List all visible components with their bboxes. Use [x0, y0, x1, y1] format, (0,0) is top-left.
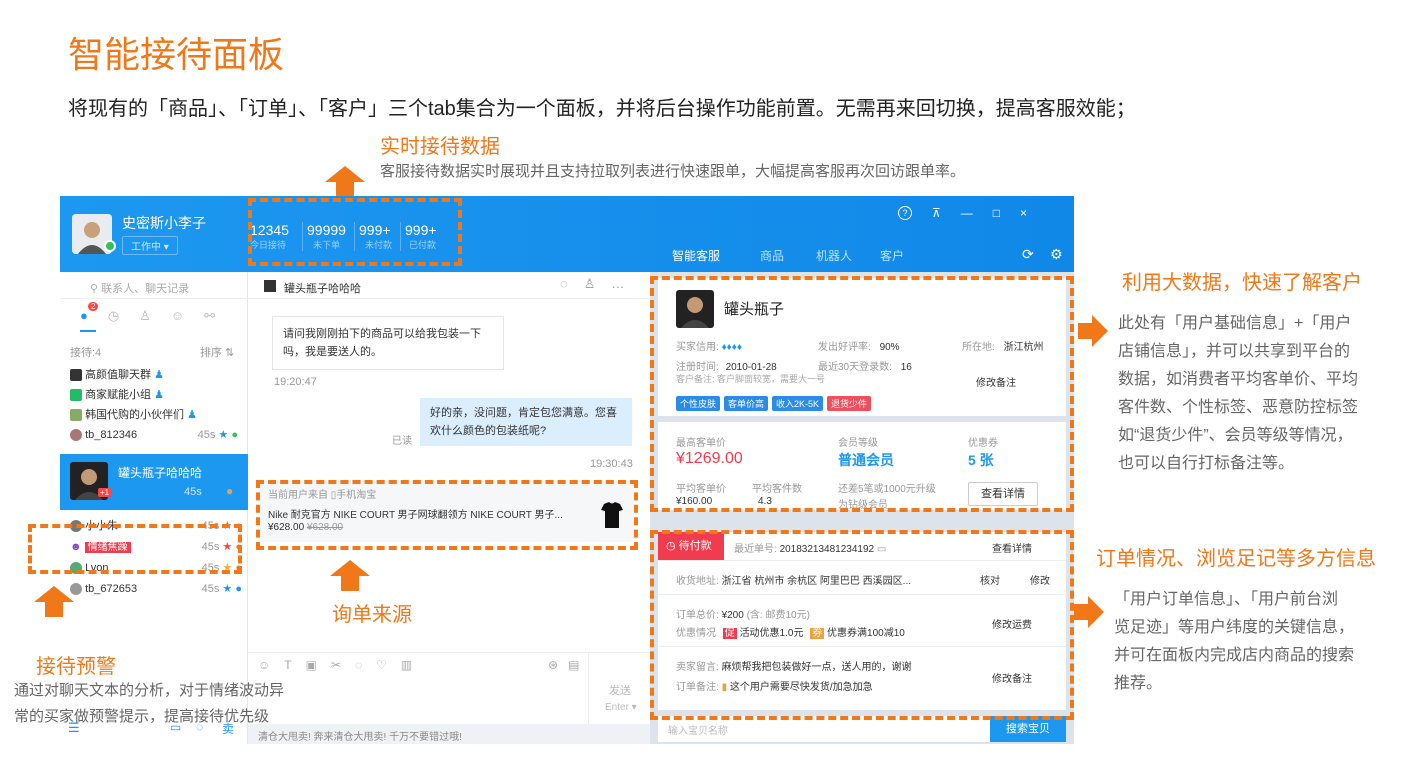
group-icon: ♟ — [154, 369, 164, 381]
realtime-annotation-text: 客服接待数据实时展现并且支持拉取列表进行快速跟单，大幅提高客服再次回访跟单率。 — [380, 163, 966, 180]
chat-toolbar-right: ⊛ ▤ — [548, 658, 579, 672]
arrow-right-icon — [1088, 596, 1104, 628]
avatar — [264, 280, 276, 292]
highlight-warning — [28, 524, 242, 574]
more-icon[interactable]: … — [611, 276, 624, 292]
send-button[interactable]: 发送 — [609, 682, 631, 698]
outgoing-message: 好的亲，没问题，肯定包您满意。您喜 欢什么颜色的包装纸呢? — [420, 398, 632, 446]
group-icon: ♟ — [187, 409, 197, 421]
user-status-dropdown[interactable]: 工作中 ▾ — [122, 236, 178, 255]
arrow-up-icon — [34, 586, 74, 602]
help-icon[interactable]: ? — [898, 206, 912, 220]
warning-annotation-title: 接待预警 — [36, 656, 116, 678]
scissors-icon[interactable]: ✂ — [331, 658, 341, 672]
bubble-icon[interactable]: ◌ — [355, 658, 362, 672]
bigdata-annotation-title: 利用大数据，快速了解客户 — [1122, 272, 1362, 294]
arrow-stem — [336, 181, 354, 197]
highlight-customer-info — [650, 276, 1074, 512]
contact-item[interactable]: tb_812346 45s ★ ● — [70, 425, 238, 445]
user-name: 史密斯小李子 — [122, 215, 206, 231]
panel-tabs: 智能客服 商品 机器人 客户 — [672, 247, 904, 264]
arrow-right-icon — [1092, 315, 1108, 347]
tab-smart-service[interactable]: 智能客服 — [672, 247, 720, 264]
arrow-stem — [1078, 323, 1092, 339]
active-contact[interactable]: +1 罐头瓶子哈哈哈 45s ● — [60, 454, 248, 510]
add-person-icon[interactable]: ♙ — [584, 276, 596, 292]
emoji-icon[interactable]: ☺ — [258, 658, 270, 672]
read-receipt: 已读 — [392, 436, 412, 447]
forward-icon[interactable]: ⊛ — [548, 658, 558, 672]
group-list: 高颜值聊天群 ♟ 商家赋能小组 ♟ 韩国代购的小伙伴们 ♟ tb_812346 4… — [70, 365, 238, 445]
active-contact-name: 罐头瓶子哈哈哈 — [118, 466, 203, 480]
text-icon[interactable]: T — [284, 658, 291, 672]
group-item[interactable]: 韩国代购的小伙伴们 ♟ — [70, 405, 238, 425]
highlight-inquiry-source — [256, 480, 638, 550]
contact-item[interactable]: tb_672653 45s ★ ● — [70, 579, 242, 600]
arrow-stem — [341, 575, 359, 591]
refresh-icon[interactable]: ⟳ — [1022, 246, 1034, 263]
send-area: 发送 Enter ▾ — [588, 652, 650, 724]
pin-icon[interactable]: ⊼ — [932, 206, 941, 220]
enter-dropdown[interactable]: Enter ▾ — [605, 702, 637, 713]
window-controls: ? ⊼ — □ × — [898, 206, 1027, 220]
order-annotation-title: 订单情况、浏览足记等多方信息 — [1096, 548, 1376, 570]
trash-icon[interactable]: ▥ — [401, 658, 412, 672]
inquiry-annotation-title: 询单来源 — [332, 604, 412, 626]
message-time: 19:30:43 — [590, 458, 633, 470]
chat-bubble-icon[interactable]: ◌ — [560, 276, 568, 292]
order-annotation-text: 「用户订单信息」、「用户前台浏 览足迹」等用户纬度的关键信息， 并可在面板内完成店内… — [1114, 591, 1355, 692]
image-icon[interactable]: ▣ — [306, 658, 317, 672]
chat-header-actions: ◌ ♙ … — [560, 276, 624, 292]
history-icon[interactable]: ▤ — [568, 658, 579, 672]
status-icon: ● — [226, 484, 234, 498]
new-message-badge: +1 — [98, 488, 112, 497]
reception-count: 接待:4 — [70, 347, 102, 359]
arrow-up-icon — [330, 560, 370, 576]
chat-toolbar: ☺ T ▣ ✂ ◌ ♡ ▥ — [258, 658, 412, 672]
tab-robot[interactable]: 机器人 — [816, 247, 852, 264]
clock-tab-icon[interactable]: ◷ — [108, 308, 119, 324]
tab-goods[interactable]: 商品 — [760, 247, 784, 264]
page-title: 智能接待面板 — [68, 34, 285, 75]
group-tab-icon[interactable]: ☺ — [171, 308, 184, 324]
arrow-stem — [1074, 604, 1088, 620]
contact-search[interactable]: ⚲ 联系人、聊天记录 — [90, 280, 189, 296]
unread-badge: 2 — [88, 302, 99, 311]
incoming-message: 请问我刚刚拍下的商品可以给我包装一下 吗，我是要送人的。 — [272, 316, 504, 370]
chat-tab-icon[interactable]: ● 2 — [80, 302, 99, 324]
chat-footer-banner: 清仓大甩卖! 奔来清仓大甩卖! 千万不要错过哦! — [248, 724, 650, 744]
message-time: 19:20:47 — [274, 376, 317, 388]
realtime-annotation-title: 实时接待数据 — [380, 136, 500, 158]
arrow-up-icon — [325, 166, 365, 182]
page-subtitle: 将现有的「商品」、「订单」、「客户」三个tab集合为一个面板，并将后台操作功能前… — [68, 98, 1136, 120]
top-bar: 史密斯小李子 工作中 ▾ 12345 今日接待 99999 未下单 999+ 未付款 … — [60, 196, 1074, 272]
group-item[interactable]: 高颜值聊天群 ♟ — [70, 365, 238, 385]
active-contact-time: 45s — [184, 486, 202, 498]
highlight-realtime-stats — [248, 198, 462, 266]
highlight-order-info — [650, 530, 1074, 720]
search-icon: ⚲ — [90, 283, 102, 295]
bigdata-annotation-text: 此处有「用户基础信息」+「用户 店铺信息」，并可以共享到平台的 数据，如消费者平均客… — [1118, 315, 1359, 472]
sidebar-tab-icons: ● 2 ◷ ♙ ☺ ⚯ — [80, 302, 215, 324]
chat-contact-name: 罐头瓶子哈哈哈 — [284, 283, 361, 295]
heart-icon[interactable]: ♡ — [376, 658, 387, 672]
tab-customer[interactable]: 客户 — [880, 247, 904, 264]
settings-icon[interactable]: ⚙ — [1050, 246, 1063, 263]
group-item[interactable]: 商家赋能小组 ♟ — [70, 385, 238, 405]
warning-annotation-text: 通过对聊天文本的分析，对于情绪波动异 常的买家做预警提示，提高接待优先级 — [14, 682, 285, 725]
maximize-icon[interactable]: □ — [993, 206, 1000, 220]
close-icon[interactable]: × — [1020, 206, 1027, 220]
person-tab-icon[interactable]: ♙ — [139, 308, 151, 324]
sort-button[interactable]: 排序 ⇅ — [200, 344, 234, 360]
group-icon: ♟ — [154, 389, 164, 401]
minimize-icon[interactable]: — — [961, 206, 973, 220]
arrow-stem — [45, 601, 63, 617]
online-status-icon — [104, 240, 116, 252]
share-tab-icon[interactable]: ⚯ — [204, 308, 215, 324]
